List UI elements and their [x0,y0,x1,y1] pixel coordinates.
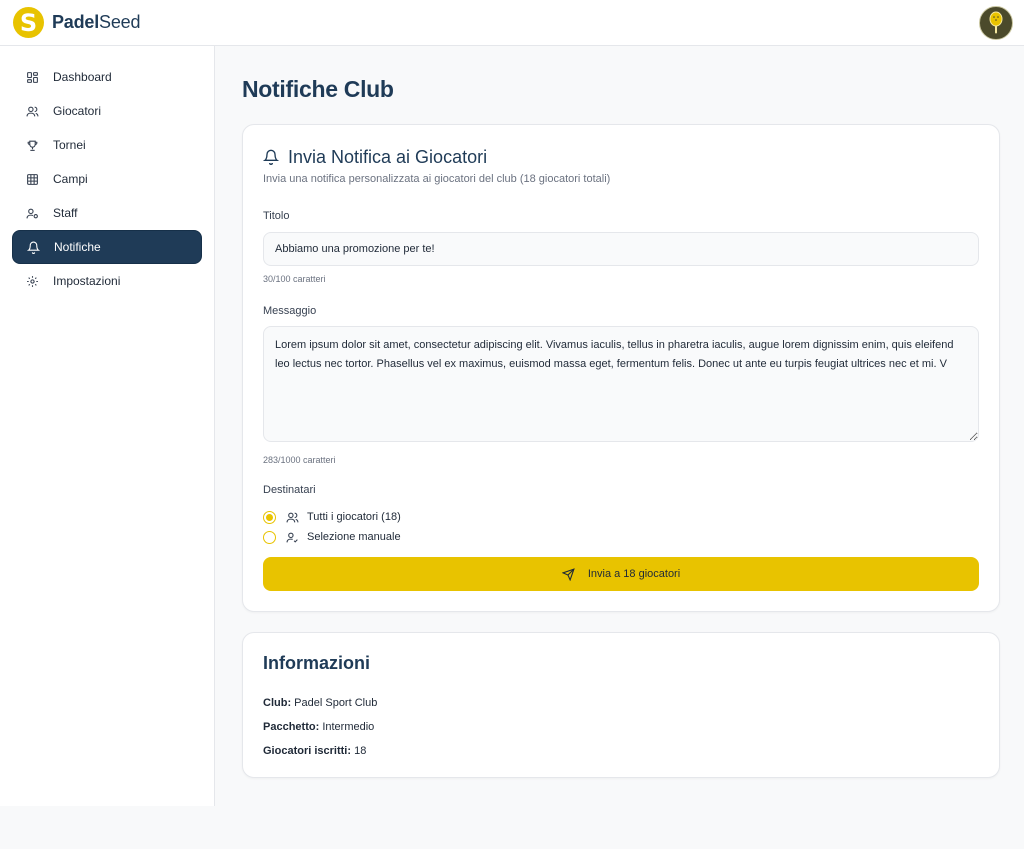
trophy-icon [26,139,39,152]
sidebar-item-label: Notifiche [54,240,101,254]
info-club-value: Padel Sport Club [294,697,378,709]
sidebar-item-label: Giocatori [53,104,102,118]
radio-manual-selection-indicator[interactable] [263,530,276,544]
sidebar-item-notifiche[interactable]: Notifiche [12,230,202,264]
message-label: Messaggio [263,305,317,317]
message-textarea[interactable]: Lorem ipsum dolor sit amet, consectetur … [263,326,979,442]
sidebar: Dashboard Giocatori Tornei Campi Staff N… [0,46,215,806]
users-icon [286,511,299,524]
sidebar-item-dashboard[interactable]: Dashboard [12,60,202,94]
title-label: Titolo [263,210,290,222]
title-input[interactable] [263,232,979,266]
info-players-value: 18 [354,745,367,757]
send-notification-label: Invia a 18 giocatori [587,568,681,580]
top-header: S PadelSeed [0,0,1024,46]
page-footer-area [0,806,1024,849]
send-icon [561,567,575,581]
info-package: Pacchetto: Intermedio [263,715,979,739]
radio-manual-selection-label: Selezione manuale [307,531,401,543]
bell-icon [27,241,40,254]
info-card-title: Informazioni [263,653,370,673]
recipients-group: Tutti i giocatori (18) Selezione manuale [263,507,979,547]
brand-name-regular: Seed [99,12,141,32]
sidebar-item-label: Tornei [53,138,86,152]
sidebar-item-tornei[interactable]: Tornei [12,128,202,162]
sidebar-item-label: Staff [53,206,78,220]
recipients-label: Destinatari [263,484,316,496]
sidebar-item-campi[interactable]: Campi [12,162,202,196]
info-players-label: Giocatori iscritti: [263,745,352,757]
brand-name: PadelSeed [52,12,140,33]
title-counter: 30/100 caratteri [263,274,326,284]
sidebar-item-giocatori[interactable]: Giocatori [12,94,202,128]
brand-name-bold: Padel [52,12,100,32]
sidebar-item-label: Impostazioni [53,274,121,288]
radio-all-players[interactable]: Tutti i giocatori (18) [263,507,979,527]
dashboard-icon [26,71,39,84]
user-check-icon [286,531,299,544]
message-counter: 283/1000 caratteri [263,455,336,465]
padel-racket-icon [989,11,1003,33]
avatar[interactable] [979,5,1013,40]
main-content: Notifiche Club Invia Notifica ai Giocato… [242,46,1000,778]
radio-manual-selection[interactable]: Selezione manuale [263,527,979,547]
page-title: Notifiche Club [242,76,394,102]
notify-card-title: Invia Notifica ai Giocatori [262,145,979,169]
info-club: Club: Padel Sport Club [263,691,979,715]
sidebar-item-staff[interactable]: Staff [12,196,202,230]
info-club-label: Club: [263,697,292,709]
staff-icon [26,207,39,220]
info-card: Informazioni Club: Padel Sport Club Pacc… [242,632,1000,778]
sidebar-item-impostazioni[interactable]: Impostazioni [12,264,202,298]
gear-icon [26,275,39,288]
info-package-value: Intermedio [322,721,375,733]
info-package-label: Pacchetto: [263,721,320,733]
bell-icon [262,149,280,165]
sidebar-item-label: Dashboard [53,70,112,84]
notify-card-subtitle: Invia una notifica personalizzata ai gio… [263,173,611,185]
users-icon [26,105,39,118]
sidebar-item-label: Campi [53,172,88,186]
brand[interactable]: S PadelSeed [13,7,140,38]
logo-icon: S [13,7,44,38]
notify-card: Invia Notifica ai Giocatori Invia una no… [242,124,1000,612]
grid-icon [26,173,39,186]
send-notification-button[interactable]: Invia a 18 giocatori [263,557,979,591]
radio-all-players-indicator[interactable] [263,510,276,524]
radio-all-players-label: Tutti i giocatori (18) [307,511,401,523]
info-players: Giocatori iscritti: 18 [263,739,979,763]
notify-card-title-text: Invia Notifica ai Giocatori [288,146,488,167]
